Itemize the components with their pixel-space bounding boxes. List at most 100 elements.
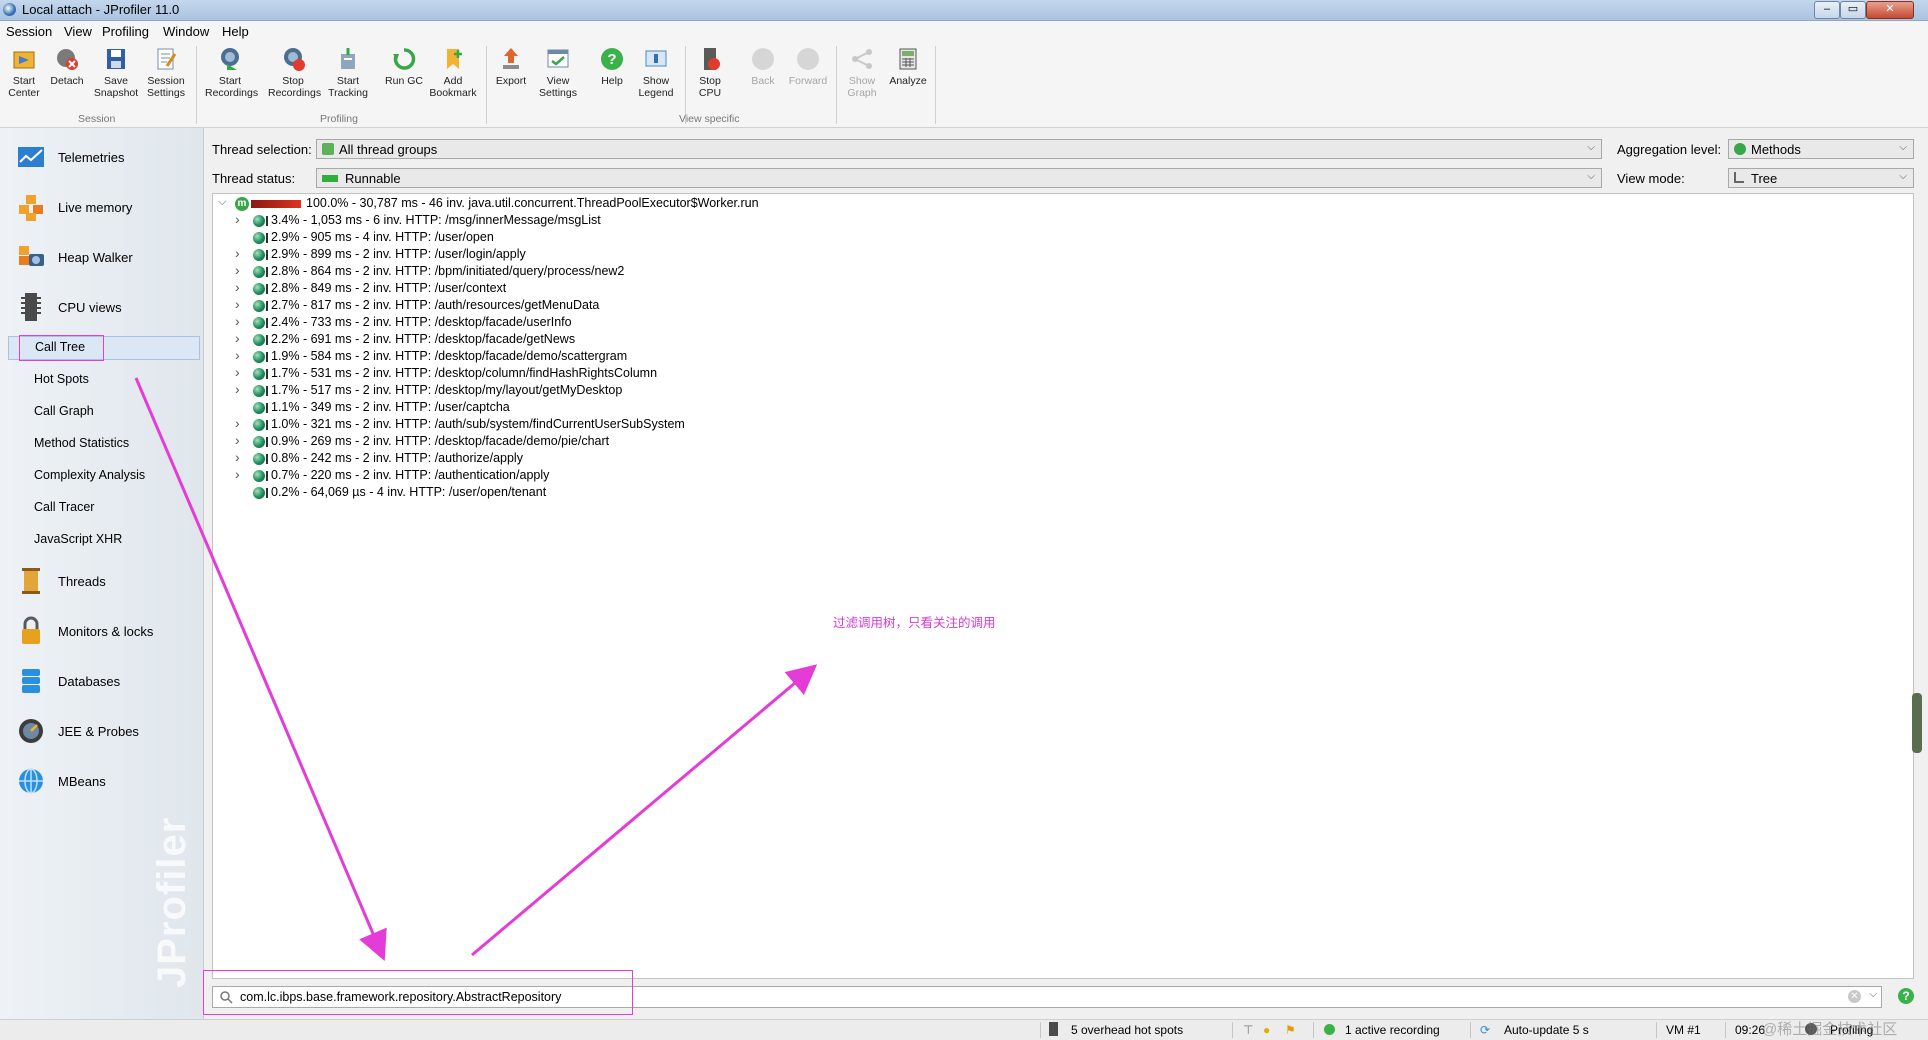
- active-recording-status[interactable]: 1 active recording: [1345, 1023, 1440, 1037]
- view-settings-button[interactable]: View Settings: [533, 46, 583, 99]
- sidebar-item-complexity-analysis[interactable]: Complexity Analysis: [8, 465, 198, 487]
- pin-icon[interactable]: ⊤: [1243, 1023, 1253, 1037]
- start-tracking-icon: [341, 48, 355, 69]
- call-tree-panel[interactable]: ⌵ m 100.0% - 30,787 ms - 46 inv. java.ut…: [212, 193, 1914, 979]
- http-request-icon: [253, 453, 265, 465]
- status-separator: [1470, 1022, 1471, 1038]
- maximize-button[interactable]: ▭: [1840, 1, 1866, 19]
- start-recordings-button[interactable]: Start Recordings: [205, 46, 258, 99]
- show-legend-button[interactable]: Show Legend: [631, 46, 681, 99]
- analyze-button[interactable]: Analyze: [883, 46, 933, 87]
- overhead-hot-spots-status[interactable]: 5 overhead hot spots: [1071, 1023, 1183, 1037]
- percentage-bar: [266, 488, 268, 498]
- call-tree-highlight-box: [19, 335, 104, 361]
- sidebar-label-threads: Threads: [58, 574, 106, 589]
- tree-row-label: 0.7% - 220 ms - 2 inv. HTTP: /authentica…: [271, 468, 550, 482]
- sidebar-item-hot-spots[interactable]: Hot Spots: [8, 369, 198, 391]
- sidebar-item-threads[interactable]: Threads: [0, 562, 200, 602]
- detach-button[interactable]: Detach: [42, 46, 92, 87]
- chevron-right-icon[interactable]: ›: [235, 245, 240, 261]
- chevron-right-icon[interactable]: ›: [235, 330, 240, 346]
- stop-recordings-button[interactable]: Stop Recordings: [268, 46, 321, 99]
- http-request-icon: [253, 470, 265, 482]
- chevron-right-icon[interactable]: ›: [235, 466, 240, 482]
- stop-cpu-button[interactable]: Stop CPU: [685, 46, 735, 99]
- auto-update-status[interactable]: Auto-update 5 s: [1504, 1023, 1589, 1037]
- sidebar-label-monitors-locks: Monitors & locks: [58, 624, 154, 639]
- status-separator: [1040, 1022, 1041, 1038]
- sidebar-item-live-memory[interactable]: Live memory: [0, 188, 200, 228]
- help-button[interactable]: ? Help: [587, 46, 637, 87]
- percentage-bar: [266, 403, 268, 413]
- add-bookmark-button[interactable]: Add Bookmark: [428, 46, 478, 99]
- filter-help-icon[interactable]: ?: [1898, 988, 1914, 1004]
- start-tracking-button[interactable]: Start Tracking: [323, 46, 373, 99]
- sidebar-item-heap-walker[interactable]: Heap Walker: [0, 238, 200, 278]
- http-request-icon: [253, 419, 265, 431]
- bulb-icon[interactable]: ●: [1263, 1023, 1270, 1037]
- annotation-text: 过滤调用树，只看关注的调用: [833, 616, 996, 630]
- chevron-right-icon[interactable]: ›: [235, 449, 240, 465]
- percentage-bar: [266, 318, 268, 328]
- sidebar-item-databases[interactable]: Databases: [0, 662, 200, 702]
- close-button[interactable]: ✕: [1866, 1, 1914, 19]
- thread-status-dropdown[interactable]: Runnable ⌵: [316, 168, 1602, 188]
- save-snapshot-button[interactable]: Save Snapshot: [91, 46, 141, 99]
- status-separator: [1725, 1022, 1726, 1038]
- clear-filter-icon[interactable]: ✕: [1848, 990, 1861, 1003]
- chevron-right-icon[interactable]: ›: [235, 313, 240, 329]
- chevron-right-icon[interactable]: ›: [235, 347, 240, 363]
- http-request-icon: [253, 487, 265, 499]
- chevron-down-icon: ⌵: [1899, 142, 1907, 153]
- stop-cpu-label: Stop CPU: [698, 75, 722, 99]
- chevron-right-icon[interactable]: ›: [235, 262, 240, 278]
- export-button[interactable]: Export: [486, 46, 536, 87]
- menu-profiling[interactable]: Profiling: [102, 24, 149, 39]
- filter-highlight-box: [203, 970, 633, 1015]
- http-request-icon: [253, 300, 265, 312]
- menu-help[interactable]: Help: [222, 24, 249, 39]
- menu-view[interactable]: View: [64, 24, 92, 39]
- sidebar-item-jee-probes[interactable]: JEE & Probes: [0, 712, 200, 752]
- sidebar-item-cpu-views[interactable]: CPU views: [0, 288, 200, 328]
- chevron-right-icon[interactable]: ›: [235, 381, 240, 397]
- sidebar-item-method-statistics[interactable]: Method Statistics: [8, 433, 198, 455]
- percentage-bar: [266, 454, 268, 464]
- telemetries-icon: [18, 147, 44, 167]
- chevron-right-icon[interactable]: ›: [235, 364, 240, 380]
- mbeans-icon: [19, 768, 43, 794]
- chevron-right-icon[interactable]: ›: [235, 415, 240, 431]
- chevron-right-icon[interactable]: ›: [235, 432, 240, 448]
- chevron-down-icon[interactable]: ⌵: [1869, 989, 1877, 1000]
- percentage-bar: [266, 284, 268, 294]
- back-label: Back: [751, 75, 775, 87]
- menu-session[interactable]: Session: [6, 24, 52, 39]
- flag-icon[interactable]: ⚑: [1285, 1023, 1296, 1037]
- analyze-icon: [899, 48, 917, 70]
- sidebar-item-call-tracer[interactable]: Call Tracer: [8, 497, 198, 519]
- menu-bar: Session View Profiling Window Help: [0, 21, 1928, 42]
- chevron-right-icon[interactable]: ›: [235, 296, 240, 312]
- view-mode-dropdown[interactable]: Tree ⌵: [1728, 168, 1914, 188]
- session-settings-button[interactable]: Session Settings: [141, 46, 191, 99]
- sidebar-item-javascript-xhr[interactable]: JavaScript XHR: [8, 529, 198, 551]
- sidebar-label-live-memory: Live memory: [58, 200, 133, 215]
- forward-button[interactable]: Forward: [783, 46, 833, 87]
- aggregation-level-dropdown[interactable]: Methods ⌵: [1728, 139, 1914, 159]
- sidebar-item-call-graph[interactable]: Call Graph: [8, 401, 198, 423]
- chevron-down-icon[interactable]: ⌵: [218, 196, 226, 209]
- percentage-bar: [266, 352, 268, 362]
- chevron-right-icon[interactable]: ›: [235, 279, 240, 295]
- start-center-icon: [13, 51, 35, 69]
- sidebar-item-telemetries[interactable]: Telemetries: [0, 138, 200, 178]
- thread-selection-dropdown[interactable]: All thread groups ⌵: [316, 139, 1602, 159]
- sidebar-item-monitors-locks[interactable]: Monitors & locks: [0, 612, 200, 652]
- resize-handle[interactable]: [1912, 693, 1922, 753]
- run-gc-button[interactable]: Run GC: [379, 46, 429, 87]
- toolbar: Start Center Detach Save Snapshot Sessio…: [0, 42, 1928, 128]
- show-graph-button[interactable]: Show Graph: [837, 46, 887, 99]
- minimize-button[interactable]: –: [1814, 1, 1840, 19]
- chevron-right-icon[interactable]: ›: [235, 211, 240, 227]
- menu-window[interactable]: Window: [163, 24, 209, 39]
- back-button[interactable]: Back: [738, 46, 788, 87]
